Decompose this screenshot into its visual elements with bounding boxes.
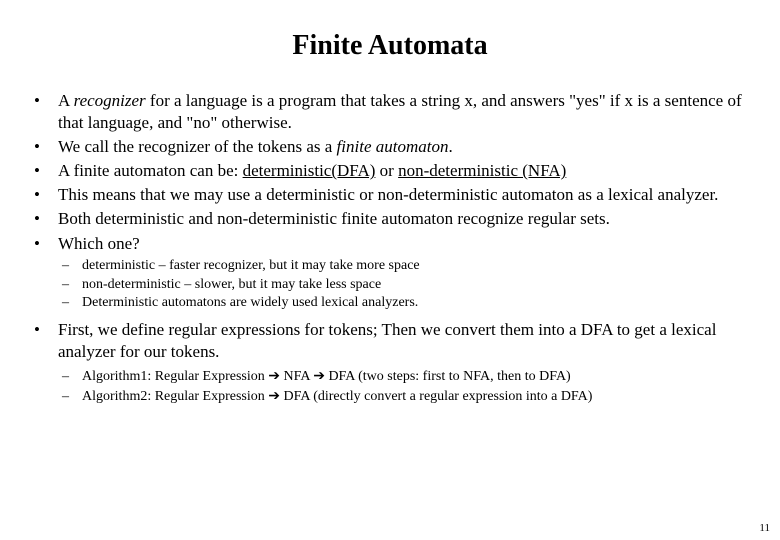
arrow-icon: ➔: [313, 367, 325, 383]
underline-nfa: non-deterministic (NFA): [398, 161, 566, 180]
main-bullet-list: A recognizer for a language is a program…: [20, 90, 760, 255]
arrow-icon: ➔: [268, 367, 280, 383]
bullet-finite-automaton: We call the recognizer of the tokens as …: [34, 136, 760, 158]
text-fragment: .: [448, 137, 452, 156]
text-fragment: for a language is a program that takes a…: [58, 91, 742, 132]
sub-list-comparison: deterministic – faster recognizer, but i…: [20, 257, 760, 314]
sub-item-deterministic: deterministic – faster recognizer, but i…: [62, 257, 760, 276]
text-fragment: DFA (directly convert a regular expressi…: [280, 389, 592, 404]
text-fragment: or: [375, 161, 398, 180]
sub-item-widely-used: Deterministic automatons are widely used…: [62, 294, 760, 313]
text-fragment: Algorithm1: Regular Expression: [82, 369, 268, 384]
sub-list-algorithms: Algorithm1: Regular Expression ➔ NFA ➔ D…: [20, 366, 760, 408]
bullet-dfa-nfa: A finite automaton can be: deterministic…: [34, 160, 760, 182]
bullet-lexical-analyzer: This means that we may use a determinist…: [34, 184, 760, 206]
text-fragment: A: [58, 91, 74, 110]
sub-item-algorithm2: Algorithm2: Regular Expression ➔ DFA (di…: [62, 386, 760, 407]
sub-item-algorithm1: Algorithm1: Regular Expression ➔ NFA ➔ D…: [62, 366, 760, 387]
emphasis-recognizer: recognizer: [74, 91, 146, 110]
bullet-recognizer: A recognizer for a language is a program…: [34, 90, 760, 134]
text-fragment: NFA: [280, 369, 313, 384]
sub-item-nondeterministic: non-deterministic – slower, but it may t…: [62, 276, 760, 295]
bullet-which-one: Which one?: [34, 233, 760, 255]
arrow-icon: ➔: [268, 387, 280, 403]
main-bullet-list-2: First, we define regular expressions for…: [20, 319, 760, 363]
bullet-conversion: First, we define regular expressions for…: [34, 319, 760, 363]
text-fragment: DFA (two steps: first to NFA, then to DF…: [325, 369, 571, 384]
text-fragment: We call the recognizer of the tokens as …: [58, 137, 337, 156]
underline-dfa: deterministic(DFA): [243, 161, 376, 180]
emphasis-finite-automaton: finite automaton: [337, 137, 449, 156]
text-fragment: Algorithm2: Regular Expression: [82, 389, 268, 404]
page-title: Finite Automata: [20, 30, 760, 62]
text-fragment: A finite automaton can be:: [58, 161, 243, 180]
bullet-regular-sets: Both deterministic and non-deterministic…: [34, 208, 760, 230]
page-number: 11: [759, 522, 770, 534]
